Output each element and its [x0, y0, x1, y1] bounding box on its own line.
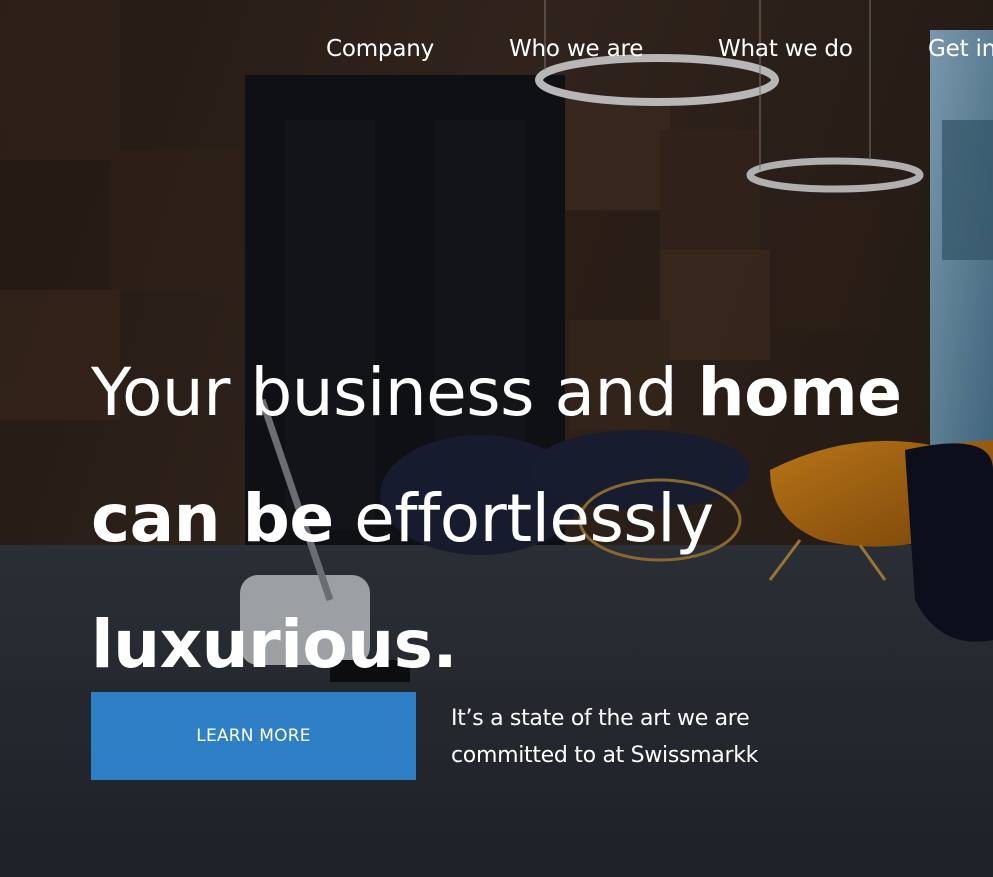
- hero-tagline: It’s a state of the art we are committed…: [451, 706, 759, 768]
- learn-more-button[interactable]: LEARN MORE: [91, 692, 416, 780]
- headline-line2-bold: can be: [91, 480, 334, 557]
- headline-line1-light: Your business and: [91, 354, 698, 431]
- hero-section: Company Who we are What we do Get in You…: [0, 0, 993, 877]
- nav-link-get-in-touch[interactable]: Get in: [928, 36, 993, 62]
- nav-link-company[interactable]: Company: [326, 36, 434, 62]
- headline-line2-light: effortlessly: [333, 480, 714, 557]
- headline-line3-bold: luxurious.: [91, 606, 458, 683]
- nav-link-what-we-do[interactable]: What we do: [718, 36, 853, 62]
- hero-headline: Your business and home can be effortless…: [91, 330, 902, 708]
- headline-line1-bold: home: [697, 354, 902, 431]
- top-nav: Company Who we are What we do Get in: [0, 36, 993, 70]
- nav-link-who-we-are[interactable]: Who we are: [509, 36, 643, 62]
